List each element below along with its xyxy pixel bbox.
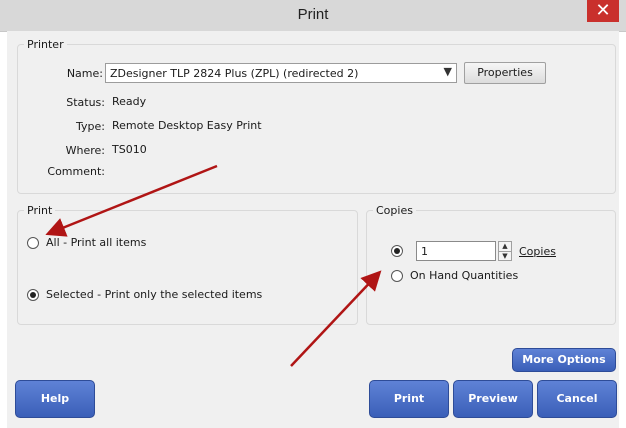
arrow-down-icon[interactable]: ▼	[499, 251, 511, 261]
copies-spinner[interactable]: ▲ ▼	[498, 241, 512, 261]
preview-button[interactable]: Preview	[453, 380, 533, 418]
copies-legend: Copies	[373, 204, 416, 217]
where-label: Where:	[65, 144, 105, 157]
status-label: Status:	[66, 96, 105, 109]
chevron-down-icon[interactable]: ▼	[444, 65, 452, 78]
copies-radio[interactable]	[391, 245, 403, 257]
help-button[interactable]: Help	[15, 380, 95, 418]
window-title: Print	[297, 6, 329, 23]
name-label: Name:	[66, 67, 103, 80]
print-range-group: Print	[17, 204, 358, 325]
type-value: Remote Desktop Easy Print	[112, 119, 262, 132]
printer-group-legend: Printer	[24, 38, 67, 51]
print-all-label[interactable]: All - Print all items	[46, 236, 146, 249]
printer-name-select[interactable]: ZDesigner TLP 2824 Plus (ZPL) (redirecte…	[105, 63, 457, 83]
copies-input[interactable]: 1	[416, 241, 496, 261]
where-value: TS010	[112, 143, 147, 156]
copies-label: Copies	[519, 245, 556, 258]
on-hand-label[interactable]: On Hand Quantities	[410, 269, 518, 282]
title-bar: Print ✕	[0, 0, 626, 32]
comment-label: Comment:	[47, 165, 105, 178]
type-label: Type:	[76, 120, 105, 133]
cancel-button[interactable]: Cancel	[537, 380, 617, 418]
status-value: Ready	[112, 95, 147, 108]
print-selected-label[interactable]: Selected - Print only the selected items	[46, 288, 262, 301]
print-selected-radio[interactable]	[27, 289, 39, 301]
print-range-legend: Print	[24, 204, 56, 217]
arrow-up-icon[interactable]: ▲	[499, 242, 511, 251]
copies-value: 1	[421, 245, 428, 258]
printer-name-value: ZDesigner TLP 2824 Plus (ZPL) (redirecte…	[110, 67, 359, 80]
properties-button[interactable]: Properties	[464, 62, 546, 84]
copies-group: Copies	[366, 204, 616, 325]
more-options-button[interactable]: More Options	[512, 348, 616, 372]
print-all-radio[interactable]	[27, 237, 39, 249]
on-hand-radio[interactable]	[391, 270, 403, 282]
print-button[interactable]: Print	[369, 380, 449, 418]
close-icon[interactable]: ✕	[587, 0, 619, 22]
